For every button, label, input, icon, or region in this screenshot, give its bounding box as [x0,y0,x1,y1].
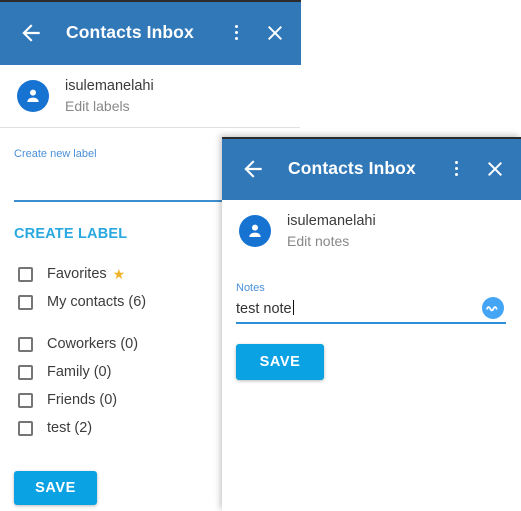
create-new-label-input[interactable] [14,174,222,201]
list-item-label: Favorites [47,266,107,283]
arrow-left-icon[interactable] [18,20,44,46]
checkbox-test[interactable] [18,420,33,436]
labels-appbar: Contacts Inbox [0,0,301,65]
notes-contact-name: isulemanelahi [287,213,376,229]
person-avatar-icon [17,80,49,113]
labels-contact-row: isulemanelahi Edit labels [0,65,301,127]
save-labels-button[interactable]: SAVE [14,471,97,505]
notes-field: Notes test note [236,282,506,325]
notes-contact-text: isulemanelahi Edit notes [287,212,376,250]
labels-contact-text: isulemanelahi Edit labels [65,77,154,115]
checkbox-friends[interactable] [18,392,33,408]
notes-appbar-title: Contacts Inbox [288,158,416,178]
checkbox-favorites[interactable] [18,266,33,282]
arrow-left-icon[interactable] [240,156,266,182]
wave-circle-icon[interactable] [482,297,504,320]
notes-input-text: test note [236,301,292,318]
notes-field-underline [236,322,506,325]
notes-contact-subtitle: Edit notes [287,232,350,249]
kebab-menu-icon[interactable] [445,157,467,181]
list-item-label: Friends (0) [47,392,118,409]
kebab-menu-icon[interactable] [225,21,247,45]
save-notes-button[interactable]: SAVE [236,344,324,381]
checkbox-family[interactable] [18,364,33,380]
person-avatar-icon [239,215,271,248]
labels-contact-subtitle: Edit labels [65,97,130,114]
notes-input[interactable]: test note [236,294,482,322]
notes-input-row[interactable]: test note [236,294,506,322]
labels-appbar-title: Contacts Inbox [66,22,194,42]
star-icon: ★ [112,266,126,283]
checkbox-coworkers[interactable] [18,336,33,352]
close-icon[interactable] [263,21,287,45]
notes-appbar: Contacts Inbox [222,137,521,200]
checkbox-my-contacts[interactable] [18,294,33,310]
list-item-label: Family (0) [47,364,112,381]
notes-contact-row: isulemanelahi Edit notes [222,200,521,262]
labels-divider [0,127,300,129]
notes-field-caption: Notes [236,282,265,295]
close-icon[interactable] [483,157,507,181]
list-item-label: Coworkers (0) [47,336,139,353]
list-item-label: test (2) [47,420,93,437]
create-new-label-caption: Create new label [14,148,97,161]
list-item-label: My contacts (6) [47,294,147,311]
text-caret [292,300,294,316]
edit-notes-dialog: Contacts Inbox isulemanelahi Edit notes … [222,137,521,511]
create-new-label-field: Create new label [14,148,222,203]
create-new-label-underline [14,200,222,203]
labels-contact-name: isulemanelahi [65,78,154,94]
